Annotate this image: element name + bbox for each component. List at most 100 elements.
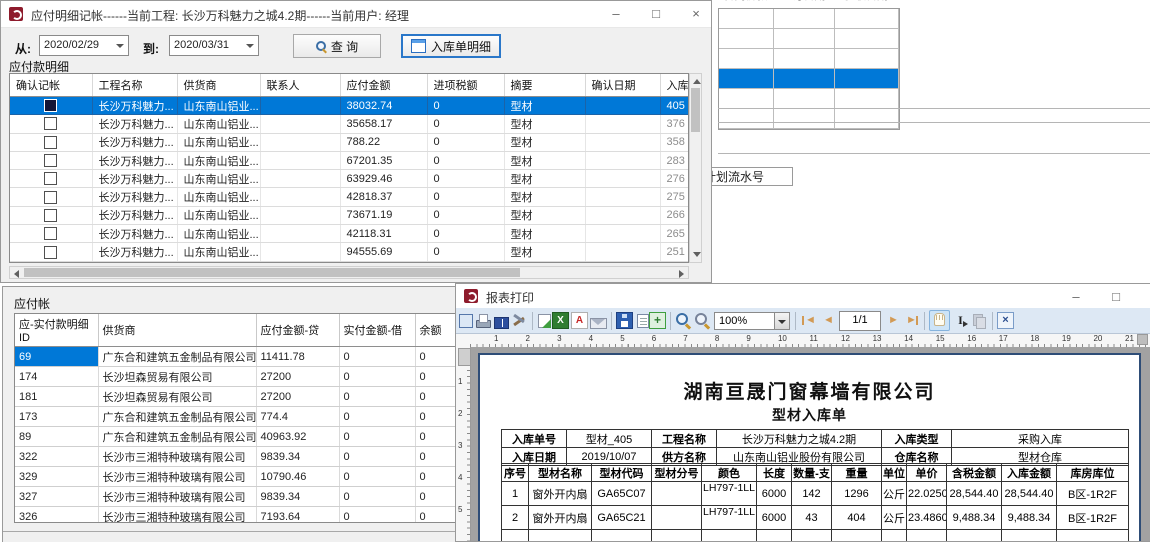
zoom-level-select[interactable]: 100% xyxy=(714,312,790,330)
frame-icon[interactable] xyxy=(459,314,473,328)
table-row[interactable] xyxy=(719,109,899,129)
checkbox-cell[interactable] xyxy=(10,188,92,206)
save-icon[interactable] xyxy=(616,312,633,329)
excel-icon[interactable] xyxy=(552,312,569,329)
text-select-icon[interactable] xyxy=(952,312,969,329)
scrollbar-thumb[interactable] xyxy=(691,88,700,132)
document-icon[interactable] xyxy=(637,314,649,328)
book-icon[interactable] xyxy=(494,317,509,329)
confirm-checkbox[interactable] xyxy=(44,154,57,167)
maximize-button[interactable]: □ xyxy=(641,4,671,24)
close-button[interactable]: × xyxy=(1141,287,1150,307)
column-header[interactable]: 余额 xyxy=(415,314,460,347)
table-row[interactable]: 长沙万科魅力...山东南山铝业...63929.460型材276 xyxy=(10,170,688,188)
table-row[interactable] xyxy=(719,89,899,109)
column-header[interactable]: 应付金额-贷 xyxy=(256,314,339,347)
table-row[interactable] xyxy=(719,69,899,89)
close-button[interactable]: × xyxy=(681,4,711,24)
table-row[interactable]: 69广东合和建筑五金制品有限公司11411.7800 xyxy=(15,347,460,367)
query-button[interactable]: 查 询 xyxy=(293,34,381,58)
titlebar[interactable]: 应付明细记帐------当前工程: 长沙万科魅力之城4.2期------当前用户… xyxy=(1,1,711,28)
cell[interactable]: 326 xyxy=(15,507,98,524)
confirm-checkbox[interactable] xyxy=(44,136,57,149)
checkbox-cell[interactable] xyxy=(10,243,92,261)
column-header[interactable]: 供货商 xyxy=(177,74,260,97)
column-header[interactable]: 确认日期 xyxy=(585,74,660,97)
scrollbar-thumb[interactable] xyxy=(24,268,520,277)
copy-icon[interactable] xyxy=(971,312,988,329)
column-header[interactable]: 应付金额 xyxy=(340,74,427,97)
table-row[interactable]: 322长沙市三湘特种玻璃有限公司9839.3400 xyxy=(15,447,460,467)
confirm-checkbox[interactable] xyxy=(44,227,57,240)
table-row[interactable]: 329长沙市三湘特种玻璃有限公司10790.4600 xyxy=(15,467,460,487)
column-header[interactable]: 进项税额 xyxy=(427,74,504,97)
cell[interactable]: 181 xyxy=(15,387,98,407)
table-row[interactable]: 长沙万科魅力...山东南山铝业...67201.350型材283 xyxy=(10,151,688,169)
chevron-down-icon[interactable] xyxy=(774,313,789,329)
table-row[interactable]: 长沙万科魅力...山东南山铝业...42118.310型材265 xyxy=(10,225,688,243)
cell[interactable]: 327 xyxy=(15,487,98,507)
zoom-in-icon[interactable] xyxy=(675,312,692,329)
table-row[interactable] xyxy=(719,29,899,49)
table-row[interactable]: 长沙万科魅力...山东南山铝业...42818.370型材275 xyxy=(10,188,688,206)
table-row[interactable] xyxy=(719,49,899,69)
column-header[interactable]: 应-实付款明细ID xyxy=(15,314,98,347)
table-row[interactable]: 327长沙市三湘特种玻璃有限公司9839.3400 xyxy=(15,487,460,507)
table-row[interactable]: 长沙万科魅力...山东南山铝业...3895.840型材250 xyxy=(10,261,688,263)
scroll-left-icon[interactable] xyxy=(14,270,19,278)
cell[interactable]: 173 xyxy=(15,407,98,427)
nav-prev-icon[interactable] xyxy=(819,312,836,329)
checkbox-cell[interactable] xyxy=(10,206,92,224)
table-row[interactable]: 长沙万科魅力...山东南山铝业...73671.190型材266 xyxy=(10,206,688,224)
checkbox-cell[interactable] xyxy=(10,151,92,169)
print-preview-area[interactable]: 湖南亘晟门窗幕墙有限公司 型材入库单 入库单号型材_405工程名称长沙万科魅力之… xyxy=(456,347,1150,541)
column-header[interactable]: 联系人 xyxy=(260,74,340,97)
cell[interactable]: 322 xyxy=(15,447,98,467)
hand-tool[interactable] xyxy=(929,310,950,331)
cell[interactable]: 89 xyxy=(15,427,98,447)
column-header[interactable]: 摘要 xyxy=(504,74,585,97)
print-icon[interactable] xyxy=(475,312,492,329)
pdf-icon[interactable] xyxy=(571,312,588,329)
add-table-icon[interactable] xyxy=(649,312,666,329)
confirm-checkbox[interactable] xyxy=(44,191,57,204)
mail-icon[interactable] xyxy=(590,318,607,329)
inbound-detail-button[interactable]: 入库单明细 xyxy=(401,34,501,58)
confirm-checkbox[interactable] xyxy=(44,209,57,222)
close-icon[interactable] xyxy=(997,312,1014,329)
checkbox-cell[interactable] xyxy=(10,133,92,151)
checkbox-cell[interactable] xyxy=(10,97,92,115)
vertical-scrollbar[interactable] xyxy=(689,73,702,263)
from-date-select[interactable]: 2020/02/29 xyxy=(39,35,129,56)
page-number-input[interactable]: 1/1 xyxy=(839,311,881,331)
payable-detail-table[interactable]: 确认记帐工程名称供货商联系人应付金额进项税额摘要确认日期入库 长沙万科魅力...… xyxy=(9,73,689,263)
nav-last-icon[interactable] xyxy=(903,312,920,329)
scroll-up-icon[interactable] xyxy=(693,79,701,84)
column-header[interactable]: 入库 xyxy=(660,74,688,97)
tools-icon[interactable] xyxy=(511,312,528,329)
table-row[interactable]: 长沙万科魅力...山东南山铝业...788.220型材358 xyxy=(10,133,688,151)
payable-account-table[interactable]: 应-实付款明细ID供货商应付金额-贷实付金额-借余额 69广东合和建筑五金制品有… xyxy=(14,313,460,523)
table-row[interactable]: 89广东合和建筑五金制品有限公司40963.9200 xyxy=(15,427,460,447)
table-row[interactable]: 长沙万科魅力...山东南山铝业...94555.690型材251 xyxy=(10,243,688,261)
nav-first-icon[interactable] xyxy=(800,312,817,329)
maximize-button[interactable]: □ xyxy=(1101,287,1131,307)
cell[interactable]: 69 xyxy=(15,347,98,367)
confirm-checkbox[interactable] xyxy=(44,172,57,185)
cell[interactable]: 174 xyxy=(15,367,98,387)
scroll-down-icon[interactable] xyxy=(693,252,701,257)
cell[interactable]: 329 xyxy=(15,467,98,487)
to-date-select[interactable]: 2020/03/31 xyxy=(169,35,259,56)
table-row[interactable]: 174长沙坦森贸易有限公司2720000 xyxy=(15,367,460,387)
table-row[interactable] xyxy=(719,9,899,29)
horizontal-scrollbar[interactable] xyxy=(9,266,689,279)
checkbox-cell[interactable] xyxy=(10,115,92,133)
checkbox-cell[interactable] xyxy=(10,225,92,243)
table-row[interactable]: 长沙万科魅力...山东南山铝业...38032.740型材405 xyxy=(10,97,688,115)
confirm-checkbox[interactable] xyxy=(44,117,57,130)
column-header[interactable]: 工程名称 xyxy=(92,74,177,97)
column-header[interactable]: 实付金额-借 xyxy=(339,314,415,347)
nav-next-icon[interactable] xyxy=(884,312,901,329)
table-row[interactable]: 173广东合和建筑五金制品有限公司774.400 xyxy=(15,407,460,427)
column-header[interactable]: 确认记帐 xyxy=(10,74,92,97)
